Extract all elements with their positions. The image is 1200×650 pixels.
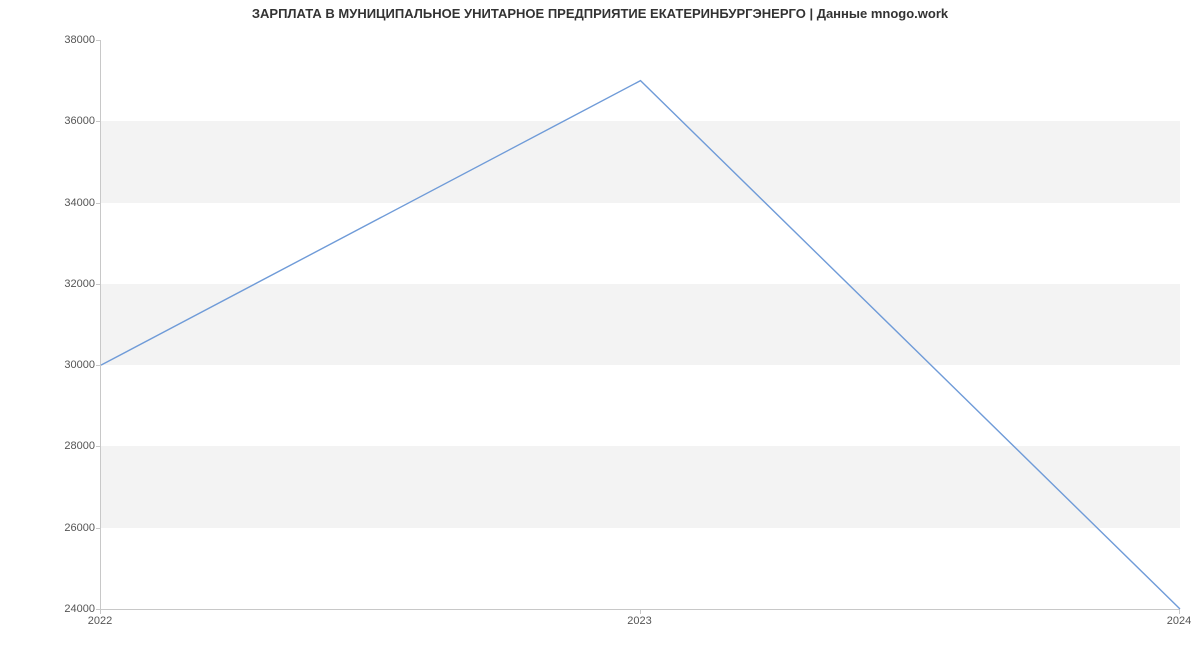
x-tick-label: 2022 xyxy=(88,615,112,627)
x-tick-label: 2023 xyxy=(627,615,651,627)
y-tick-label: 32000 xyxy=(55,278,95,290)
chart-title: ЗАРПЛАТА В МУНИЦИПАЛЬНОЕ УНИТАРНОЕ ПРЕДП… xyxy=(0,6,1200,21)
y-tick-label: 28000 xyxy=(55,440,95,452)
line-series xyxy=(101,40,1180,609)
y-tick-mark xyxy=(96,446,100,447)
y-tick-label: 38000 xyxy=(55,34,95,46)
y-tick-mark xyxy=(96,121,100,122)
x-tick-mark xyxy=(100,610,101,614)
y-tick-label: 30000 xyxy=(55,359,95,371)
x-tick-label: 2024 xyxy=(1167,615,1191,627)
y-tick-label: 34000 xyxy=(55,197,95,209)
y-tick-label: 24000 xyxy=(55,603,95,615)
chart-container: ЗАРПЛАТА В МУНИЦИПАЛЬНОЕ УНИТАРНОЕ ПРЕДП… xyxy=(0,0,1200,650)
y-tick-label: 36000 xyxy=(55,115,95,127)
x-tick-mark xyxy=(640,610,641,614)
y-tick-label: 26000 xyxy=(55,522,95,534)
y-tick-mark xyxy=(96,365,100,366)
y-tick-mark xyxy=(96,40,100,41)
y-tick-mark xyxy=(96,284,100,285)
y-tick-mark xyxy=(96,203,100,204)
plot-area xyxy=(100,40,1180,610)
y-tick-mark xyxy=(96,528,100,529)
x-tick-mark xyxy=(1179,610,1180,614)
series-line xyxy=(101,81,1180,609)
